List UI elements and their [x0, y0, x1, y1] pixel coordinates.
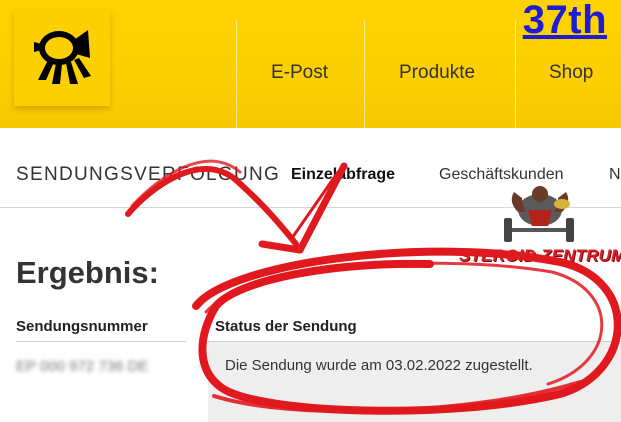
column-header-number: Sendungsnummer: [16, 318, 148, 335]
tab-einzelabfrage[interactable]: Einzelabfrage: [291, 166, 395, 184]
column-header-status: Status der Sendung: [215, 318, 357, 335]
status-cell: [208, 342, 621, 422]
site-header: E-Post Produkte Shop 37th: [0, 0, 621, 128]
page-title: Ergebnis:: [16, 255, 159, 290]
nav-divider: [364, 20, 365, 128]
tracking-number: EP 000 972 736 DE: [16, 358, 149, 375]
nav-item-shop[interactable]: Shop: [549, 62, 593, 84]
status-text: Die Sendung wurde am 03.02.2022 zugestel…: [225, 357, 533, 374]
nav-item-produkte[interactable]: Produkte: [399, 62, 475, 84]
divider: [16, 341, 186, 342]
corner-label-link[interactable]: 37th: [523, 0, 607, 43]
watermark-label: STEROID ZENTRUM: [459, 246, 621, 265]
post-logo[interactable]: [14, 10, 110, 106]
posthorn-icon: [34, 30, 91, 84]
nav-divider: [236, 20, 237, 128]
nav-item-epost[interactable]: E-Post: [271, 62, 328, 84]
section-title: SENDUNGSVERFOLGUNG: [16, 164, 281, 185]
nav-divider: [515, 20, 516, 128]
